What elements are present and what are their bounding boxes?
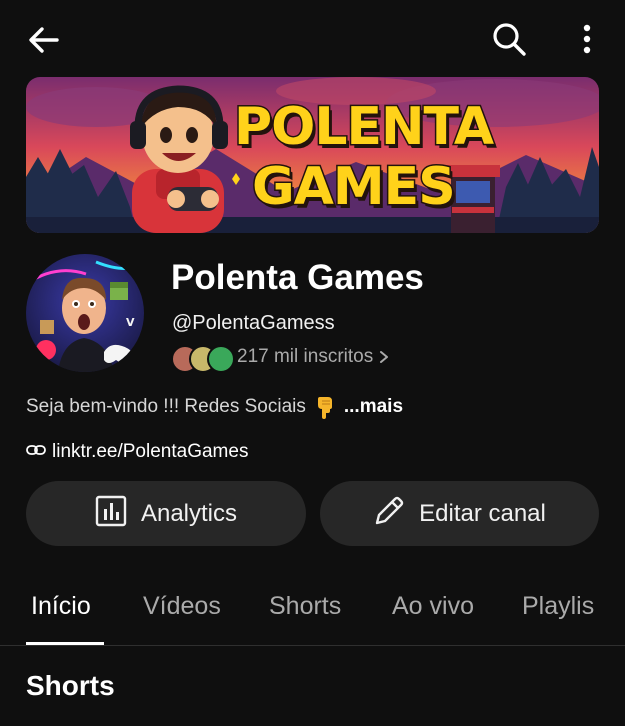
channel-handle: @PolentaGamess (172, 312, 335, 334)
tab-playlists[interactable]: Playlis (522, 592, 594, 621)
link-icon (26, 443, 46, 462)
tabs-divider (0, 645, 625, 646)
bar-chart-icon (95, 495, 127, 532)
avatar-image: V (26, 254, 144, 372)
banner-illustration (26, 77, 599, 233)
tab-videos[interactable]: Vídeos (143, 592, 221, 621)
subscriber-avatars (171, 343, 235, 373)
channel-avatar[interactable]: V (26, 254, 144, 372)
subscriber-avatar (207, 345, 235, 373)
search-icon (493, 23, 526, 56)
more-options-button[interactable] (570, 16, 604, 62)
tab-inicio[interactable]: Início (31, 592, 91, 621)
subscribers-row[interactable]: 217 mil inscritos (171, 342, 389, 373)
svg-text:V: V (126, 316, 135, 329)
pointing-down-hand-icon (314, 395, 336, 419)
analytics-button[interactable]: Analytics (26, 481, 306, 546)
channel-description[interactable]: Seja bem-vindo !!! Redes Sociais ...mais (26, 394, 403, 420)
section-title: Shorts (26, 670, 115, 701)
subscriber-count: 217 mil inscritos (237, 346, 374, 367)
description-text: Seja bem-vindo !!! Redes Sociais (26, 396, 306, 417)
tab-ao-vivo[interactable]: Ao vivo (392, 592, 474, 621)
back-arrow-icon (29, 27, 59, 53)
edit-channel-label: Editar canal (419, 499, 546, 527)
tab-shorts[interactable]: Shorts (269, 592, 341, 621)
channel-banner[interactable]: POLENTA GAMES (26, 77, 599, 233)
chevron-right-icon (379, 350, 389, 364)
channel-link[interactable]: linktr.ee/PolentaGames (26, 439, 248, 465)
channel-tabs: Início Vídeos Shorts Ao vivo Playlis (0, 580, 625, 646)
edit-channel-button[interactable]: Editar canal (320, 481, 599, 546)
back-button[interactable] (22, 18, 66, 62)
search-button[interactable] (486, 16, 532, 62)
description-more-link[interactable]: ...mais (344, 396, 403, 418)
channel-name: Polenta Games (171, 258, 424, 297)
analytics-label: Analytics (140, 499, 238, 527)
link-text: linktr.ee/PolentaGames (52, 441, 249, 462)
top-bar (0, 0, 625, 76)
pencil-icon (373, 495, 405, 532)
more-vertical-icon (583, 24, 591, 54)
